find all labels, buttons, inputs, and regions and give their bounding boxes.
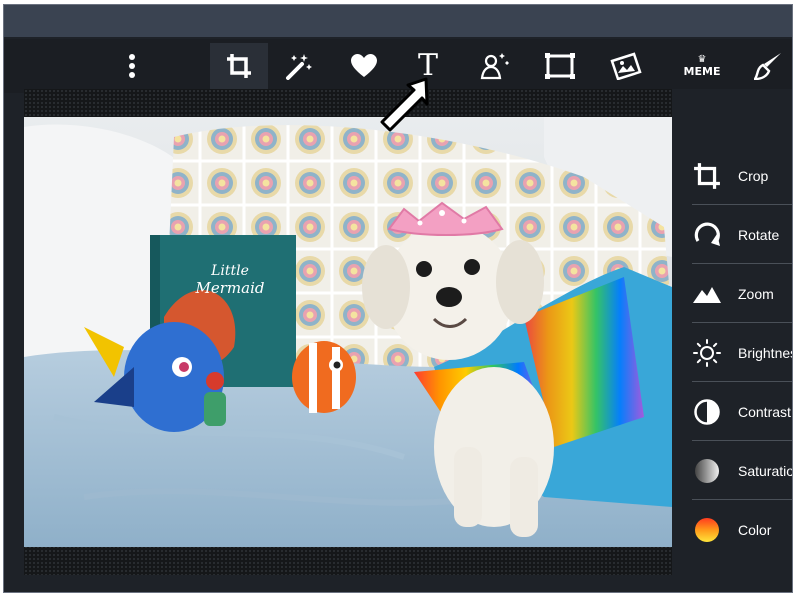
saturation-icon xyxy=(695,458,719,483)
color-gradient-icon xyxy=(695,518,719,542)
crop-tool-button[interactable] xyxy=(210,43,268,89)
sun-icon xyxy=(693,338,721,367)
side-item-zoom[interactable]: Zoom xyxy=(692,265,792,323)
pointer-arrow-icon xyxy=(380,77,429,132)
meme-icon: ♛ MEME xyxy=(683,53,721,78)
side-item-rotate[interactable]: Rotate xyxy=(692,206,792,264)
figure-sparkle-icon xyxy=(480,53,509,80)
side-item-label: Brightness xyxy=(738,344,792,361)
side-item-label: Color xyxy=(738,522,772,538)
paintbrush-icon xyxy=(754,53,781,80)
editor-window: T ♛ MEME Little Mermaid Crop Rotate Zoom… xyxy=(3,4,793,593)
adjustments-panel: Crop Rotate Zoom Brightne Contrast Satur… xyxy=(672,89,792,592)
contrast-icon xyxy=(694,398,720,425)
photo-scene: Little Mermaid xyxy=(24,117,672,547)
more-options-button[interactable] xyxy=(108,43,156,89)
zoom-mountain-icon xyxy=(693,286,721,303)
auto-enhance-button[interactable] xyxy=(274,43,322,89)
side-item-label: Zoom xyxy=(738,285,774,302)
book-title-line2: Mermaid xyxy=(195,279,265,297)
title-bar xyxy=(4,5,792,37)
more-vertical-icon xyxy=(129,54,135,78)
side-item-crop[interactable]: Crop xyxy=(692,147,792,205)
frame-icon xyxy=(545,53,575,79)
book-title-line1: Little xyxy=(210,263,249,279)
sticker-icon xyxy=(610,52,642,80)
side-item-label: Crop xyxy=(738,167,769,184)
image-canvas[interactable]: Little Mermaid xyxy=(24,89,672,575)
rotate-icon xyxy=(694,222,720,246)
crop-icon xyxy=(227,54,251,78)
paint-button[interactable] xyxy=(744,43,792,89)
side-item-saturation[interactable]: Saturation xyxy=(692,442,792,500)
side-item-label: Contrast xyxy=(738,403,791,420)
photo: Little Mermaid xyxy=(24,117,672,547)
side-item-color[interactable]: Color xyxy=(692,501,792,559)
side-item-label: Rotate xyxy=(738,226,780,243)
meme-button[interactable]: ♛ MEME xyxy=(678,43,726,89)
effects-button[interactable] xyxy=(470,43,518,89)
frames-button[interactable] xyxy=(536,43,584,89)
magic-wand-icon xyxy=(286,54,312,80)
stickers-button[interactable] xyxy=(602,43,650,89)
side-item-label: Saturation xyxy=(738,462,792,479)
crop-icon xyxy=(694,162,720,189)
side-item-contrast[interactable]: Contrast xyxy=(692,383,792,441)
side-item-brightness[interactable]: Brightness xyxy=(692,324,792,382)
